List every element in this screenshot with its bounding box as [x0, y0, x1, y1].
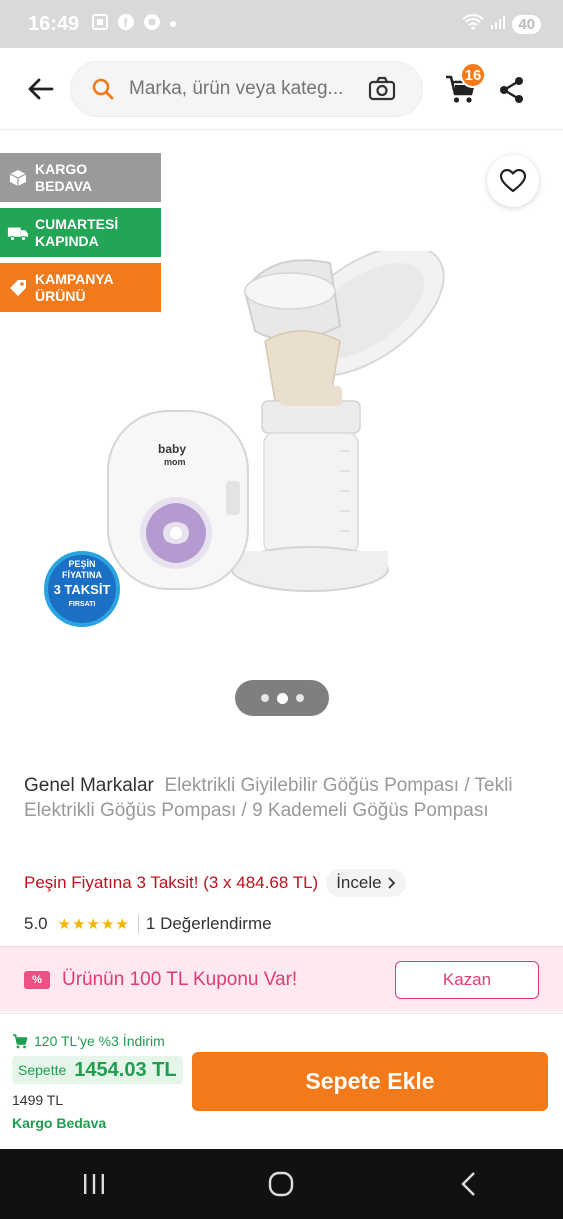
- heart-icon: [500, 169, 526, 193]
- badge-line2: KAPINDA: [35, 232, 99, 249]
- top-bar: 16: [0, 48, 563, 130]
- sticker-line1: PEŞİN: [68, 559, 95, 569]
- installment-text: Peşin Fiyatına 3 Taksit! (3 x 484.68 TL): [24, 873, 319, 892]
- box-icon: [7, 168, 29, 188]
- add-to-cart-button[interactable]: Sepete Ekle: [192, 1052, 548, 1111]
- status-right: 40: [462, 13, 541, 36]
- recent-apps-button[interactable]: [64, 1164, 124, 1204]
- rating-score: 5.0: [24, 914, 48, 933]
- chevron-left-icon: [461, 1172, 475, 1196]
- badge-free-shipping: KARGO BEDAVA: [0, 153, 161, 202]
- camera-search-icon[interactable]: [367, 74, 397, 104]
- product-image[interactable]: baby mom PEŞİN FİYATINA 3 TAKSİT FIRSATI: [40, 251, 480, 631]
- chrome-icon: [143, 13, 161, 36]
- dot-icon: [169, 15, 177, 33]
- back-button[interactable]: [26, 74, 56, 104]
- product-brand[interactable]: Genel Markalar: [24, 775, 154, 796]
- share-button[interactable]: [498, 76, 526, 109]
- bottom-purchase-bar: 120 TL'ye %3 İndirim Sepette 1454.03 TL …: [0, 1013, 563, 1149]
- badge-line1: KARGO: [35, 160, 88, 177]
- facebook-icon: f: [117, 13, 135, 36]
- status-bar: 16:49 f 40: [0, 0, 563, 48]
- free-shipping-label: Kargo Bedava: [12, 1115, 107, 1131]
- system-back-button[interactable]: [439, 1164, 499, 1204]
- pager-dot-active[interactable]: [276, 692, 288, 704]
- coupon-text: Ürünün 100 TL Kuponu Var!: [62, 968, 298, 990]
- sticker-line4: FIRSATI: [69, 601, 96, 608]
- recent-apps-icon: [83, 1174, 104, 1194]
- review-count[interactable]: 1 Değerlendirme: [146, 914, 272, 934]
- pager-dot[interactable]: [295, 694, 304, 702]
- search-box[interactable]: [70, 61, 423, 117]
- claim-coupon-button[interactable]: Kazan: [395, 961, 539, 999]
- installment-row: Peşin Fiyatına 3 Taksit! (3 x 484.68 TL)…: [24, 869, 406, 897]
- product-logo-line1: baby: [158, 442, 186, 456]
- divider: [137, 915, 139, 933]
- coupon-icon: %: [24, 970, 50, 989]
- home-icon: [269, 1171, 294, 1197]
- image-pager[interactable]: [235, 680, 329, 716]
- screenshot-icon: [91, 13, 109, 36]
- cart-count-badge: 16: [460, 62, 486, 88]
- incele-label: İncele: [336, 873, 382, 892]
- badge-line1: CUMARTESİ: [35, 215, 119, 232]
- coupon-bar: % Ürünün 100 TL Kuponu Var! Kazan: [0, 946, 563, 1012]
- basket-price: 1454.03 TL: [74, 1058, 177, 1081]
- pager-dot[interactable]: [260, 694, 269, 702]
- product-gallery[interactable]: KARGO BEDAVA CUMARTESİ KAPINDA KAMPANYA ÜRÜ…: [0, 131, 563, 746]
- favorite-button[interactable]: [487, 155, 539, 207]
- sticker-line3: 3 TAKSİT: [54, 582, 111, 597]
- tag-icon: [7, 278, 29, 298]
- share-icon: [500, 77, 523, 103]
- chevron-right-icon: [387, 877, 395, 889]
- system-nav-bar: [0, 1149, 563, 1219]
- signal-icon: [490, 14, 506, 35]
- original-price: 1499 TL: [12, 1092, 64, 1108]
- basket-price-chip: Sepette 1454.03 TL: [12, 1056, 183, 1084]
- search-icon: [92, 78, 114, 100]
- search-input[interactable]: [129, 78, 357, 100]
- home-button[interactable]: [251, 1164, 311, 1204]
- incele-button[interactable]: İncele: [326, 869, 406, 897]
- product-logo-line2: mom: [164, 457, 186, 467]
- rating-row[interactable]: 5.0 ★★★★★ 1 Değerlendirme: [24, 914, 272, 934]
- wifi-icon: [462, 13, 484, 36]
- status-time: 16:49: [28, 12, 80, 35]
- cart-small-icon: [13, 1034, 28, 1049]
- rating-stars: ★★★★★: [57, 916, 130, 933]
- product-title: Genel Markalar Elektrikli Giyilebilir Gö…: [24, 773, 534, 823]
- basket-promo-text: 120 TL'ye %3 İndirim: [34, 1033, 165, 1049]
- arrow-left-icon: [28, 78, 54, 100]
- notification-icons: f: [91, 13, 177, 36]
- battery-indicator: 40: [512, 14, 541, 34]
- truck-icon: [7, 224, 29, 242]
- sticker-line2: FİYATINA: [62, 570, 103, 580]
- badge-line2: BEDAVA: [35, 177, 93, 194]
- basket-promo: 120 TL'ye %3 İndirim: [12, 1033, 165, 1049]
- badge-saturday-delivery: CUMARTESİ KAPINDA: [0, 208, 161, 257]
- basket-price-label: Sepette: [18, 1062, 67, 1078]
